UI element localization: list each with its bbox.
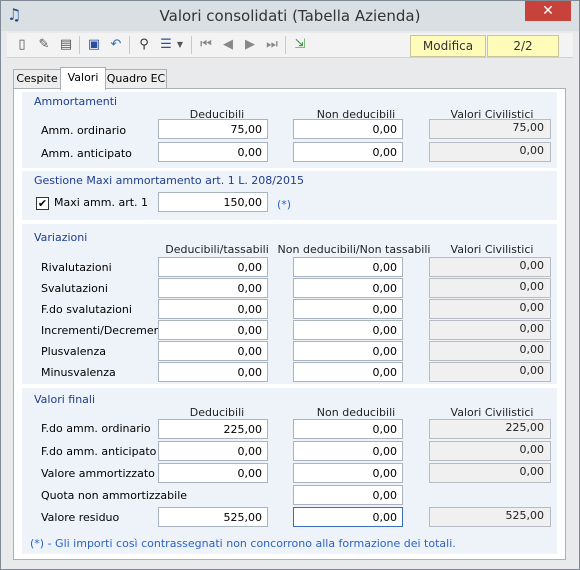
new-document-icon[interactable]: ▯ xyxy=(13,36,31,54)
civilistico-field: 0,00 xyxy=(429,441,551,461)
civilistico-field: 0,00 xyxy=(429,362,551,382)
non-deducibili-field[interactable]: 0,00 xyxy=(293,142,403,162)
row-label: Svalutazioni xyxy=(41,282,108,295)
deducibili-field[interactable]: 0,00 xyxy=(158,362,268,382)
row-label: Quota non ammortizzabile xyxy=(41,489,188,502)
non-deducibili-field[interactable]: 0,00 xyxy=(293,278,403,298)
first-record-icon[interactable]: ⏮ xyxy=(197,36,215,54)
mode-indicator: Modifica xyxy=(410,35,486,57)
toolbar: ▯ ✎ ▤ ▣ ↶ ⚲ ☰ ▼ ⏮ ◀ ▶ ⏭ ⇲ Modifica 2/2 xyxy=(7,33,573,58)
valori-panel: Ammortamenti Deducibili Non deducibili V… xyxy=(13,88,566,560)
previous-record-icon[interactable]: ◀ xyxy=(219,36,237,54)
window-title: Valori consolidati (Tabella Azienda) xyxy=(159,7,421,25)
column-header: Non deducibili/Non tassabili xyxy=(277,243,431,256)
row-label: F.do amm. anticipato xyxy=(41,445,157,458)
toolbar-separator xyxy=(79,36,80,54)
tab-cespite[interactable]: Cespite xyxy=(13,69,61,88)
deducibili-field[interactable]: 75,00 xyxy=(158,119,268,139)
row-label: Valore residuo xyxy=(41,511,120,524)
footnote: (*) - Gli importi così contrassegnati no… xyxy=(30,537,456,550)
variazioni-section: Variazioni Deducibili/tassabili Non dedu… xyxy=(22,224,557,384)
non-deducibili-field[interactable]: 0,00 xyxy=(293,419,403,439)
non-deducibili-field[interactable]: 0,00 xyxy=(293,463,403,483)
non-deducibili-field[interactable]: 0,00 xyxy=(293,341,403,361)
row-label: F.do amm. ordinario xyxy=(41,422,151,435)
non-deducibili-field[interactable]: 0,00 xyxy=(293,441,403,461)
valori-finali-section: Valori finali Deducibili Non deducibili … xyxy=(22,388,557,554)
toolbar-separator xyxy=(129,36,130,54)
tab-quadro-ec[interactable]: Quadro EC xyxy=(105,69,167,88)
undo-icon[interactable]: ↶ xyxy=(107,36,125,54)
deducibili-field[interactable]: 0,00 xyxy=(158,299,268,319)
section-title: Variazioni xyxy=(34,231,88,244)
deducibili-field[interactable]: 225,00 xyxy=(158,419,268,439)
civilistico-field: 0,00 xyxy=(429,257,551,277)
civilistico-field: 0,00 xyxy=(429,299,551,319)
title-bar[interactable]: ♫ Valori consolidati (Tabella Azienda) ✕ xyxy=(1,1,579,31)
toolbar-separator xyxy=(285,36,286,54)
next-record-icon[interactable]: ▶ xyxy=(241,36,259,54)
binoculars-icon[interactable]: ⚲ xyxy=(135,36,153,54)
civilistico-field: 225,00 xyxy=(429,419,551,439)
maxi-ammortamento-section: Gestione Maxi ammortamento art. 1 L. 208… xyxy=(22,171,557,220)
deducibili-field[interactable]: 0,00 xyxy=(158,441,268,461)
non-deducibili-field[interactable]: 0,00 xyxy=(293,257,403,277)
toolbar-separator xyxy=(191,36,192,54)
civilistico-field: 0,00 xyxy=(429,142,551,162)
deducibili-field[interactable]: 0,00 xyxy=(158,320,268,340)
app-window: ♫ Valori consolidati (Tabella Azienda) ✕… xyxy=(0,0,580,570)
record-indicator: 2/2 xyxy=(487,35,559,57)
list-view-icon[interactable]: ☰ xyxy=(157,36,175,54)
column-header: Valori Civilistici xyxy=(450,406,534,419)
civilistico-field: 0,00 xyxy=(429,320,551,340)
non-deducibili-field[interactable]: 0,00 xyxy=(293,320,403,340)
maxi-checkbox[interactable]: ✔ xyxy=(36,197,49,210)
non-deducibili-field[interactable]: 0,00 xyxy=(293,507,403,527)
deducibili-field[interactable]: 0,00 xyxy=(158,278,268,298)
column-header: Non deducibili xyxy=(316,406,396,419)
deducibili-field[interactable]: 0,00 xyxy=(158,341,268,361)
non-deducibili-field[interactable]: 0,00 xyxy=(293,299,403,319)
civilistico-field: 75,00 xyxy=(429,119,551,139)
export-icon[interactable]: ⇲ xyxy=(291,36,309,54)
civilistico-field: 525,00 xyxy=(429,507,551,527)
column-header: Valori Civilistici xyxy=(450,243,534,256)
section-title: Valori finali xyxy=(34,393,96,406)
deducibili-field[interactable]: 525,00 xyxy=(158,507,268,527)
save-icon[interactable]: ▣ xyxy=(85,36,103,54)
row-label: Minusvalenza xyxy=(41,366,116,379)
row-label: F.do svalutazioni xyxy=(41,303,132,316)
civilistico-field: 0,00 xyxy=(429,341,551,361)
non-deducibili-field[interactable]: 0,00 xyxy=(293,485,403,505)
delete-document-icon[interactable]: ▤ xyxy=(57,36,75,54)
close-button[interactable]: ✕ xyxy=(525,1,571,21)
non-deducibili-field[interactable]: 0,00 xyxy=(293,362,403,382)
maxi-marker: (*) xyxy=(277,198,292,211)
last-record-icon[interactable]: ⏭ xyxy=(263,36,281,54)
tab-valori[interactable]: Valori xyxy=(60,67,106,90)
civilistico-field: 0,00 xyxy=(429,278,551,298)
deducibili-field[interactable]: 0,00 xyxy=(158,463,268,483)
row-label: Rivalutazioni xyxy=(41,261,112,274)
ammortamenti-section: Ammortamenti Deducibili Non deducibili V… xyxy=(22,92,557,168)
section-title: Ammortamenti xyxy=(34,95,118,108)
column-header: Deducibili xyxy=(189,406,245,419)
civilistico-field: 0,00 xyxy=(429,463,551,483)
dropdown-arrow-icon[interactable]: ▼ xyxy=(175,36,185,54)
non-deducibili-field[interactable]: 0,00 xyxy=(293,119,403,139)
deducibili-field[interactable]: 0,00 xyxy=(158,142,268,162)
maxi-checkbox-label[interactable]: Maxi amm. art. 1 xyxy=(54,196,148,209)
row-label: Plusvalenza xyxy=(41,345,106,358)
edit-document-icon[interactable]: ✎ xyxy=(35,36,53,54)
maxi-value-field[interactable]: 150,00 xyxy=(158,192,268,212)
row-label: Amm. ordinario xyxy=(41,124,127,137)
section-title: Gestione Maxi ammortamento art. 1 L. 208… xyxy=(34,174,305,187)
row-label: Valore ammortizzato xyxy=(41,467,155,480)
row-label: Incrementi/Decrementi xyxy=(41,324,168,337)
row-label: Amm. anticipato xyxy=(41,147,132,160)
deducibili-field[interactable]: 0,00 xyxy=(158,257,268,277)
column-header: Deducibili/tassabili xyxy=(165,243,269,256)
